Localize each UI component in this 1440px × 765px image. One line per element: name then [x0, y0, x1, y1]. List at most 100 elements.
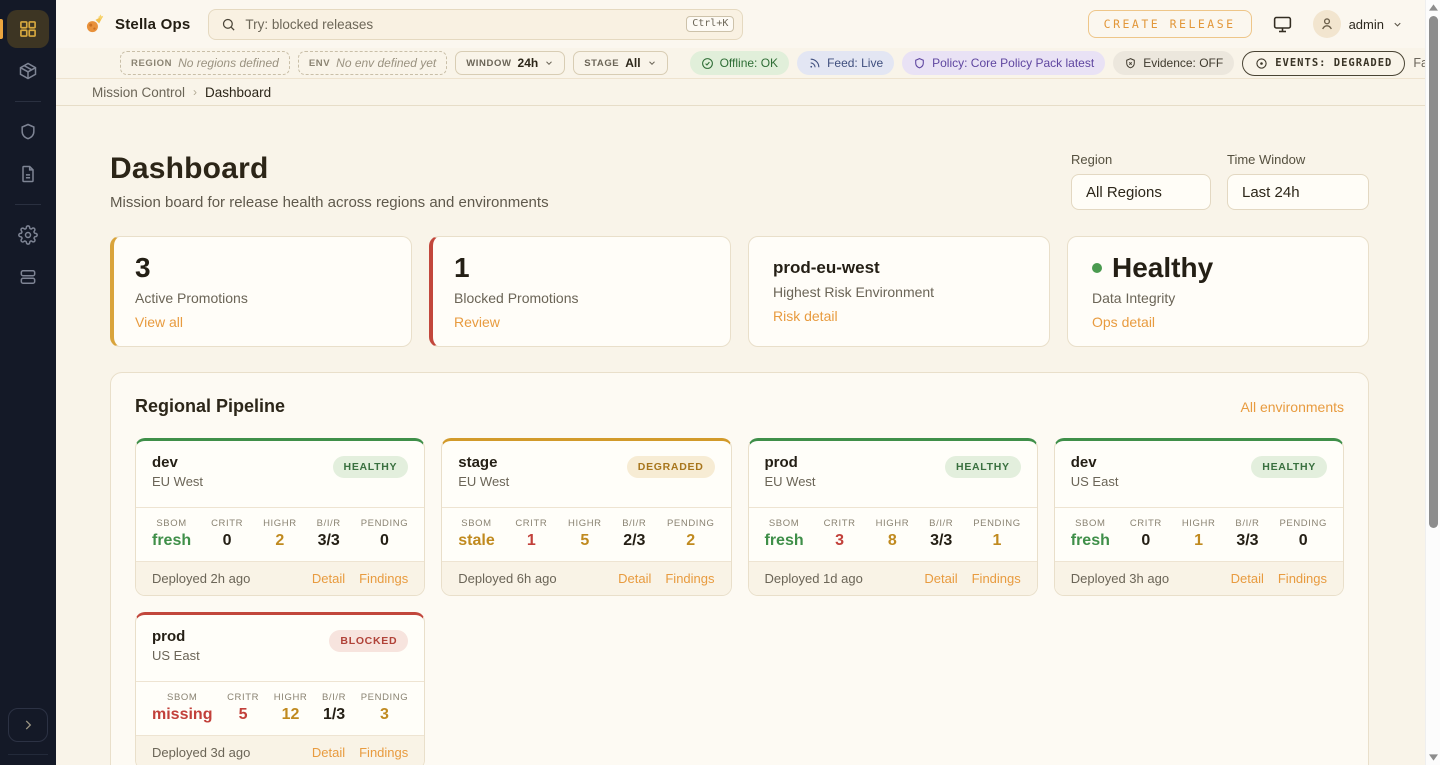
avatar	[1313, 10, 1341, 38]
brand-name: Stella Ops	[115, 16, 190, 33]
breadcrumb-parent[interactable]: Mission Control	[92, 85, 185, 100]
stat-label: PENDING	[1279, 518, 1326, 529]
events-status-pill[interactable]: EVENTS: DEGRADED	[1242, 51, 1405, 76]
detail-link[interactable]: Detail	[1231, 571, 1264, 586]
detail-link[interactable]: Detail	[924, 571, 957, 586]
deployed-ago: Deployed 6h ago	[458, 571, 556, 586]
detail-link[interactable]: Detail	[312, 571, 345, 586]
window-chip-value: 24h	[518, 56, 539, 70]
stat-label: HIGHR	[263, 518, 297, 529]
stat-label: B/I/R	[1235, 518, 1259, 529]
person-icon	[1319, 16, 1335, 32]
env-card-stage-eu-west: stage EU West DEGRADED SBOMstale CRITR1 …	[441, 438, 731, 596]
detail-link[interactable]: Detail	[312, 745, 345, 760]
sidebar-item-releases[interactable]	[7, 52, 49, 90]
stat-label: Blocked Promotions	[454, 290, 706, 306]
findings-link[interactable]: Findings	[359, 745, 408, 760]
env-context-chip[interactable]: ENV No env defined yet	[298, 51, 447, 75]
breadcrumb-current: Dashboard	[205, 85, 271, 100]
search-icon	[221, 17, 236, 32]
status-badge: HEALTHY	[945, 456, 1021, 478]
stat-value: 5	[239, 706, 248, 724]
status-badge: BLOCKED	[329, 630, 408, 652]
review-link[interactable]: Review	[454, 314, 500, 330]
search-shortcut-badge: Ctrl+K	[686, 16, 734, 32]
env-region: EU West	[458, 474, 509, 489]
stat-value: 0	[1141, 532, 1150, 550]
stat-label: CRITR	[515, 518, 547, 529]
region-context-chip[interactable]: REGION No regions defined	[120, 51, 290, 75]
stat-value: 0	[1299, 532, 1308, 550]
stat-label: Data Integrity	[1092, 290, 1344, 306]
chevron-down-icon	[647, 58, 657, 68]
global-search[interactable]: Ctrl+K	[208, 9, 743, 40]
env-chip-value: No env defined yet	[336, 56, 436, 70]
brand[interactable]: Stella Ops	[84, 13, 190, 35]
status-badge: DEGRADED	[627, 456, 715, 478]
stat-value: 5	[580, 532, 589, 550]
stat-label: PENDING	[667, 518, 714, 529]
sidebar-item-security[interactable]	[7, 113, 49, 151]
sidebar-divider	[15, 204, 41, 205]
findings-link[interactable]: Findings	[1278, 571, 1327, 586]
window-context-chip[interactable]: WINDOW 24h	[455, 51, 565, 75]
sidebar	[0, 0, 56, 765]
scroll-down-arrow-icon[interactable]	[1429, 754, 1438, 761]
window-chip-label: WINDOW	[466, 58, 511, 69]
ops-detail-link[interactable]: Ops detail	[1092, 314, 1155, 330]
stat-label: PENDING	[361, 692, 408, 703]
document-icon	[18, 164, 38, 184]
search-input[interactable]	[245, 17, 677, 32]
sidebar-item-settings[interactable]	[7, 216, 49, 254]
stat-label: SBOM	[167, 692, 197, 703]
all-environments-link[interactable]: All environments	[1241, 399, 1345, 415]
region-chip-value: No regions defined	[178, 56, 279, 70]
pipeline-title: Regional Pipeline	[135, 396, 285, 417]
stat-label: HIGHR	[274, 692, 308, 703]
stage-context-chip[interactable]: STAGE All	[573, 51, 667, 75]
shield-icon	[913, 57, 926, 70]
deployed-ago: Deployed 3d ago	[152, 745, 250, 760]
findings-link[interactable]: Findings	[972, 571, 1021, 586]
stat-label: SBOM	[1075, 518, 1105, 529]
rss-icon	[808, 57, 821, 70]
sidebar-item-dashboard[interactable]	[7, 10, 49, 48]
risk-detail-link[interactable]: Risk detail	[773, 308, 838, 324]
stat-value: 1	[1194, 532, 1203, 550]
top-bar: Stella Ops Ctrl+K CREATE RELEASE	[56, 0, 1425, 48]
offline-status-pill: Offline: OK	[690, 51, 789, 75]
detail-link[interactable]: Detail	[618, 571, 651, 586]
stat-card-blocked-promotions: 1 Blocked Promotions Review	[429, 236, 731, 347]
env-region: US East	[1071, 474, 1119, 489]
scroll-up-arrow-icon[interactable]	[1429, 4, 1438, 11]
page-subtitle: Mission board for release health across …	[110, 194, 549, 211]
region-chip-label: REGION	[131, 58, 172, 69]
context-bar: REGION No regions defined ENV No env def…	[56, 48, 1425, 79]
window-filter-select[interactable]: Last 24h	[1227, 174, 1369, 210]
stat-label: CRITR	[211, 518, 243, 529]
sidebar-item-infrastructure[interactable]	[7, 258, 49, 296]
stat-value: 12	[282, 706, 300, 724]
view-all-link[interactable]: View all	[135, 314, 183, 330]
stat-value: fresh	[765, 532, 804, 550]
sidebar-item-docs[interactable]	[7, 155, 49, 193]
sidebar-expand-button[interactable]	[8, 708, 48, 742]
stage-chip-value: All	[625, 56, 640, 70]
stat-value: 0	[380, 532, 389, 550]
findings-link[interactable]: Findings	[359, 571, 408, 586]
stat-label: B/I/R	[317, 518, 341, 529]
user-menu[interactable]: admin	[1313, 10, 1403, 38]
active-indicator	[0, 19, 3, 39]
env-name: stage	[458, 454, 509, 471]
stat-label: PENDING	[361, 518, 408, 529]
scrollbar-thumb[interactable]	[1429, 16, 1438, 528]
create-release-button[interactable]: CREATE RELEASE	[1088, 10, 1252, 38]
monitor-button[interactable]	[1272, 13, 1293, 35]
evidence-status-text: Evidence: OFF	[1143, 56, 1223, 70]
region-filter-select[interactable]: All Regions	[1071, 174, 1211, 210]
stat-card-grid: 3 Active Promotions View all 1 Blocked P…	[110, 236, 1369, 347]
findings-link[interactable]: Findings	[665, 571, 714, 586]
stat-label: B/I/R	[929, 518, 953, 529]
window-scrollbar[interactable]	[1425, 0, 1440, 765]
env-region: US East	[152, 648, 200, 663]
